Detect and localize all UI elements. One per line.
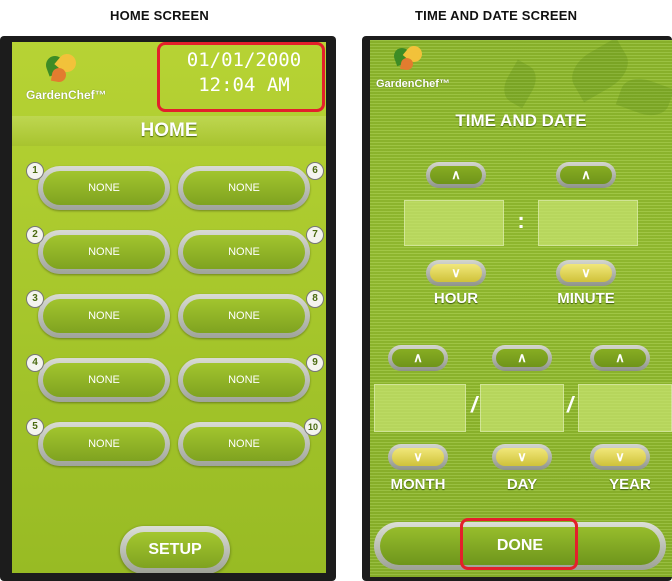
slot-number-badge: 4	[26, 354, 44, 372]
slot-label: NONE	[43, 171, 165, 205]
year-field[interactable]	[578, 384, 672, 432]
recipe-slot-3[interactable]: NONE	[38, 294, 170, 338]
slot-label: NONE	[43, 363, 165, 397]
year-up-button[interactable]: ∧	[590, 345, 650, 371]
minute-up-button[interactable]: ∧	[556, 162, 616, 188]
logo-text: GardenChef™	[26, 88, 107, 102]
setup-button-label: SETUP	[126, 532, 224, 568]
slot-number-badge: 10	[304, 418, 322, 436]
slot-label: NONE	[183, 235, 305, 269]
recipe-slot-9[interactable]: NONE	[178, 358, 310, 402]
month-up-button[interactable]: ∧	[388, 345, 448, 371]
logo-text: GardenChef™	[376, 78, 450, 90]
up-arrow-icon: ∧	[430, 166, 482, 184]
year-label: YEAR	[609, 476, 651, 493]
down-arrow-icon: ∨	[560, 264, 612, 282]
slot-number-badge: 1	[26, 162, 44, 180]
recipe-slot-6[interactable]: NONE	[178, 166, 310, 210]
slot-number-badge: 3	[26, 290, 44, 308]
day-field[interactable]	[480, 384, 564, 432]
recipe-slot-4[interactable]: NONE	[38, 358, 170, 402]
day-down-button[interactable]: ∨	[492, 444, 552, 470]
month-down-button[interactable]: ∨	[388, 444, 448, 470]
down-arrow-icon: ∨	[594, 448, 646, 466]
recipe-slot-5[interactable]: NONE	[38, 422, 170, 466]
slot-label: NONE	[183, 299, 305, 333]
down-arrow-icon: ∨	[430, 264, 482, 282]
time-date-screen-device: GardenChef™ TIME AND DATE ∧ ∧ : ∨ ∨ HOUR…	[362, 36, 672, 581]
minute-label: MINUTE	[557, 290, 615, 307]
clock-highlight-box	[157, 42, 325, 112]
gardenchef-logo: GardenChef™	[376, 42, 450, 92]
slot-number-badge: 2	[26, 226, 44, 244]
month-field[interactable]	[374, 384, 466, 432]
slot-number-badge: 9	[306, 354, 324, 372]
month-label: MONTH	[390, 476, 446, 493]
recipe-slot-1[interactable]: NONE	[38, 166, 170, 210]
slot-label: NONE	[43, 299, 165, 333]
home-screen-caption: HOME SCREEN	[110, 8, 209, 23]
up-arrow-icon: ∧	[594, 349, 646, 367]
slot-number-badge: 6	[306, 162, 324, 180]
up-arrow-icon: ∧	[496, 349, 548, 367]
year-down-button[interactable]: ∨	[590, 444, 650, 470]
slot-number-badge: 5	[26, 418, 44, 436]
time-separator: :	[517, 208, 525, 233]
slot-label: NONE	[183, 171, 305, 205]
recipe-slot-8[interactable]: NONE	[178, 294, 310, 338]
done-highlight-box	[460, 518, 578, 570]
slot-label: NONE	[43, 235, 165, 269]
slot-label: NONE	[43, 427, 165, 461]
recipe-slot-10[interactable]: NONE	[178, 422, 310, 466]
up-arrow-icon: ∧	[560, 166, 612, 184]
slot-label: NONE	[183, 427, 305, 461]
slot-label: NONE	[183, 363, 305, 397]
day-label: DAY	[506, 476, 538, 493]
background-leaf-icon	[497, 59, 543, 109]
minute-down-button[interactable]: ∨	[556, 260, 616, 286]
hour-down-button[interactable]: ∨	[426, 260, 486, 286]
day-up-button[interactable]: ∧	[492, 345, 552, 371]
down-arrow-icon: ∨	[392, 448, 444, 466]
time-date-screen: GardenChef™ TIME AND DATE ∧ ∧ : ∨ ∨ HOUR…	[370, 40, 672, 577]
slot-number-badge: 7	[306, 226, 324, 244]
gardenchef-logo: GardenChef™	[24, 50, 107, 106]
hour-field[interactable]	[404, 200, 504, 246]
hour-label: HOUR	[433, 290, 479, 307]
slot-number-badge: 8	[306, 290, 324, 308]
time-date-screen-caption: TIME AND DATE SCREEN	[415, 8, 578, 23]
up-arrow-icon: ∧	[392, 349, 444, 367]
home-screen: GardenChef™ 01/01/2000 12:04 AM HOME NON…	[12, 42, 326, 573]
down-arrow-icon: ∨	[496, 448, 548, 466]
recipe-slot-7[interactable]: NONE	[178, 230, 310, 274]
page-title: TIME AND DATE	[455, 111, 587, 130]
setup-button[interactable]: SETUP	[120, 526, 230, 573]
page-title: HOME	[12, 116, 326, 146]
minute-field[interactable]	[538, 200, 638, 246]
recipe-slot-2[interactable]: NONE	[38, 230, 170, 274]
hour-up-button[interactable]: ∧	[426, 162, 486, 188]
home-screen-device: GardenChef™ 01/01/2000 12:04 AM HOME NON…	[0, 36, 336, 581]
